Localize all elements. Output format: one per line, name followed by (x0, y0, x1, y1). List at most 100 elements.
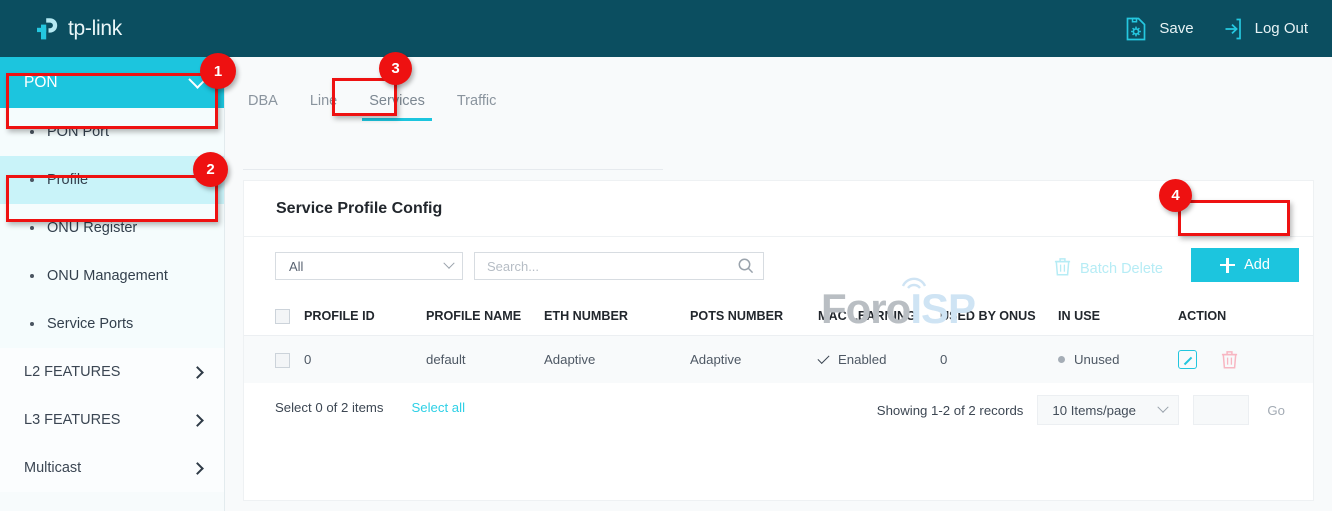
items-per-page-select[interactable]: 10 Items/page (1037, 395, 1179, 425)
table-footer: Select 0 of 2 items Select all Showing 1… (244, 383, 1313, 435)
page-title: Service Profile Config (244, 181, 1313, 237)
edit-pencil-icon[interactable] (1178, 350, 1197, 369)
go-button[interactable]: Go (1263, 403, 1289, 418)
page-jump-input[interactable] (1193, 395, 1249, 425)
sidebar-group-multicast[interactable]: Multicast (0, 444, 224, 492)
items-per-page-value: 10 Items/page (1052, 403, 1136, 418)
sidebar-item-label: ONU Register (47, 220, 137, 236)
chevron-right-icon (191, 366, 204, 379)
service-profile-panel: Service Profile Config All (243, 180, 1314, 501)
row-checkbox[interactable] (275, 353, 290, 368)
sidebar-group-l3-features[interactable]: L3 FEATURES (0, 396, 224, 444)
bullet-icon (30, 322, 34, 326)
annotation-badge-4: 4 (1159, 179, 1192, 212)
table-body: 0 default Adaptive Adaptive Enabled 0 (244, 336, 1313, 384)
save-button[interactable]: Save (1124, 16, 1193, 42)
logout-label: Log Out (1255, 20, 1308, 37)
tab-traffic[interactable]: Traffic (441, 93, 512, 120)
cell-pots-number: Adaptive (690, 336, 818, 384)
cell-profile-name: default (426, 336, 544, 384)
sidebar-item-label: Service Ports (47, 316, 133, 332)
search-input[interactable] (475, 253, 735, 279)
sidebar-item-label: PON Port (47, 124, 109, 140)
bullet-icon (30, 274, 34, 278)
select-all-checkbox[interactable] (275, 309, 290, 324)
sidebar-item-onu-management[interactable]: ONU Management (0, 252, 224, 300)
sidebar-item-service-ports[interactable]: Service Ports (0, 300, 224, 348)
showing-records-label: Showing 1-2 of 2 records (877, 403, 1024, 418)
col-eth-number: ETH NUMBER (544, 299, 690, 336)
sidebar-item-label: Profile (47, 172, 88, 188)
filter-select-value: All (289, 259, 303, 274)
tab-divider (243, 169, 663, 170)
tab-services[interactable]: Services (353, 93, 441, 120)
bullet-icon (30, 130, 34, 134)
bullet-icon (30, 178, 34, 182)
annotation-badge-2: 2 (193, 152, 228, 187)
select-all-header (244, 299, 304, 336)
chevron-right-icon (191, 414, 204, 427)
table-toolbar: All (244, 237, 1313, 299)
profile-table: PROFILE ID PROFILE NAME ETH NUMBER POTS … (244, 299, 1313, 383)
content-area: DBA Line Services Traffic Service Profil… (225, 57, 1332, 511)
tab-dba[interactable]: DBA (243, 93, 294, 120)
in-use-value: Unused (1074, 352, 1119, 367)
sidebar-subnav: PON Port Profile ONU Register ONU Manage… (0, 108, 224, 348)
exit-arrow-icon (1220, 16, 1244, 42)
sidebar-group-l2-features[interactable]: L2 FEATURES (0, 348, 224, 396)
filter-select[interactable]: All (275, 252, 463, 280)
sidebar: PON PON Port Profile ONU Register ONU Ma… (0, 57, 225, 511)
document-gear-icon (1124, 16, 1148, 42)
cell-used-by-onus: 0 (940, 336, 1058, 384)
mac-learning-value: Enabled (838, 352, 886, 367)
brand-logo[interactable]: tp-link (33, 15, 122, 43)
col-profile-id: PROFILE ID (304, 299, 426, 336)
sidebar-pon-label: PON (24, 74, 58, 92)
sidebar-group-label: L3 FEATURES (24, 412, 120, 428)
add-button[interactable]: Add (1191, 248, 1299, 282)
col-used-by-onus: USED BY ONUS (940, 299, 1058, 336)
logout-button[interactable]: Log Out (1220, 16, 1308, 42)
sidebar-group-label: Multicast (24, 460, 81, 476)
add-button-label: Add (1244, 257, 1270, 273)
sidebar-pon-group[interactable]: PON (0, 57, 224, 108)
table-header-row: PROFILE ID PROFILE NAME ETH NUMBER POTS … (244, 299, 1313, 336)
save-label: Save (1159, 20, 1193, 37)
bullet-icon (30, 226, 34, 230)
sidebar-profile-item[interactable]: Profile (0, 156, 224, 204)
table-header: PROFILE ID PROFILE NAME ETH NUMBER POTS … (244, 299, 1313, 336)
batch-delete-button[interactable]: Batch Delete (1054, 257, 1163, 280)
plus-icon (1220, 258, 1235, 273)
chevron-right-icon (191, 462, 204, 475)
search-icon[interactable] (735, 253, 757, 279)
table-row[interactable]: 0 default Adaptive Adaptive Enabled 0 (244, 336, 1313, 384)
tab-bar: DBA Line Services Traffic (243, 78, 663, 120)
select-all-link[interactable]: Select all (411, 400, 465, 415)
annotation-badge-3: 3 (379, 52, 412, 85)
cell-eth-number: Adaptive (544, 336, 690, 384)
chevron-down-icon (1158, 402, 1169, 413)
page-root: tp-link (0, 0, 1332, 511)
check-icon (817, 352, 829, 364)
select-status-label: Select 0 of 2 items (275, 400, 383, 415)
header-actions: Save Log Out (1124, 0, 1308, 57)
sidebar-item-pon-port[interactable]: PON Port (0, 108, 224, 156)
col-in-use: IN USE (1058, 299, 1178, 336)
col-profile-name: PROFILE NAME (426, 299, 544, 336)
batch-delete-label: Batch Delete (1080, 261, 1163, 277)
pagination: Showing 1-2 of 2 records 10 Items/page G… (877, 395, 1289, 425)
cell-profile-id: 0 (304, 336, 426, 384)
search-box (474, 252, 764, 280)
sidebar-item-label: ONU Management (47, 268, 168, 284)
row-select-cell (244, 336, 304, 384)
chevron-down-icon (443, 258, 454, 269)
selection-summary: Select 0 of 2 items Select all (275, 400, 465, 415)
app-header: tp-link (0, 0, 1332, 57)
status-dot-icon (1058, 356, 1065, 363)
cell-mac-learning: Enabled (818, 336, 940, 384)
tab-line[interactable]: Line (294, 93, 353, 120)
trash-icon[interactable] (1221, 350, 1238, 369)
sidebar-item-onu-register[interactable]: ONU Register (0, 204, 224, 252)
annotation-badge-1: 1 (200, 53, 236, 89)
col-pots-number: POTS NUMBER (690, 299, 818, 336)
